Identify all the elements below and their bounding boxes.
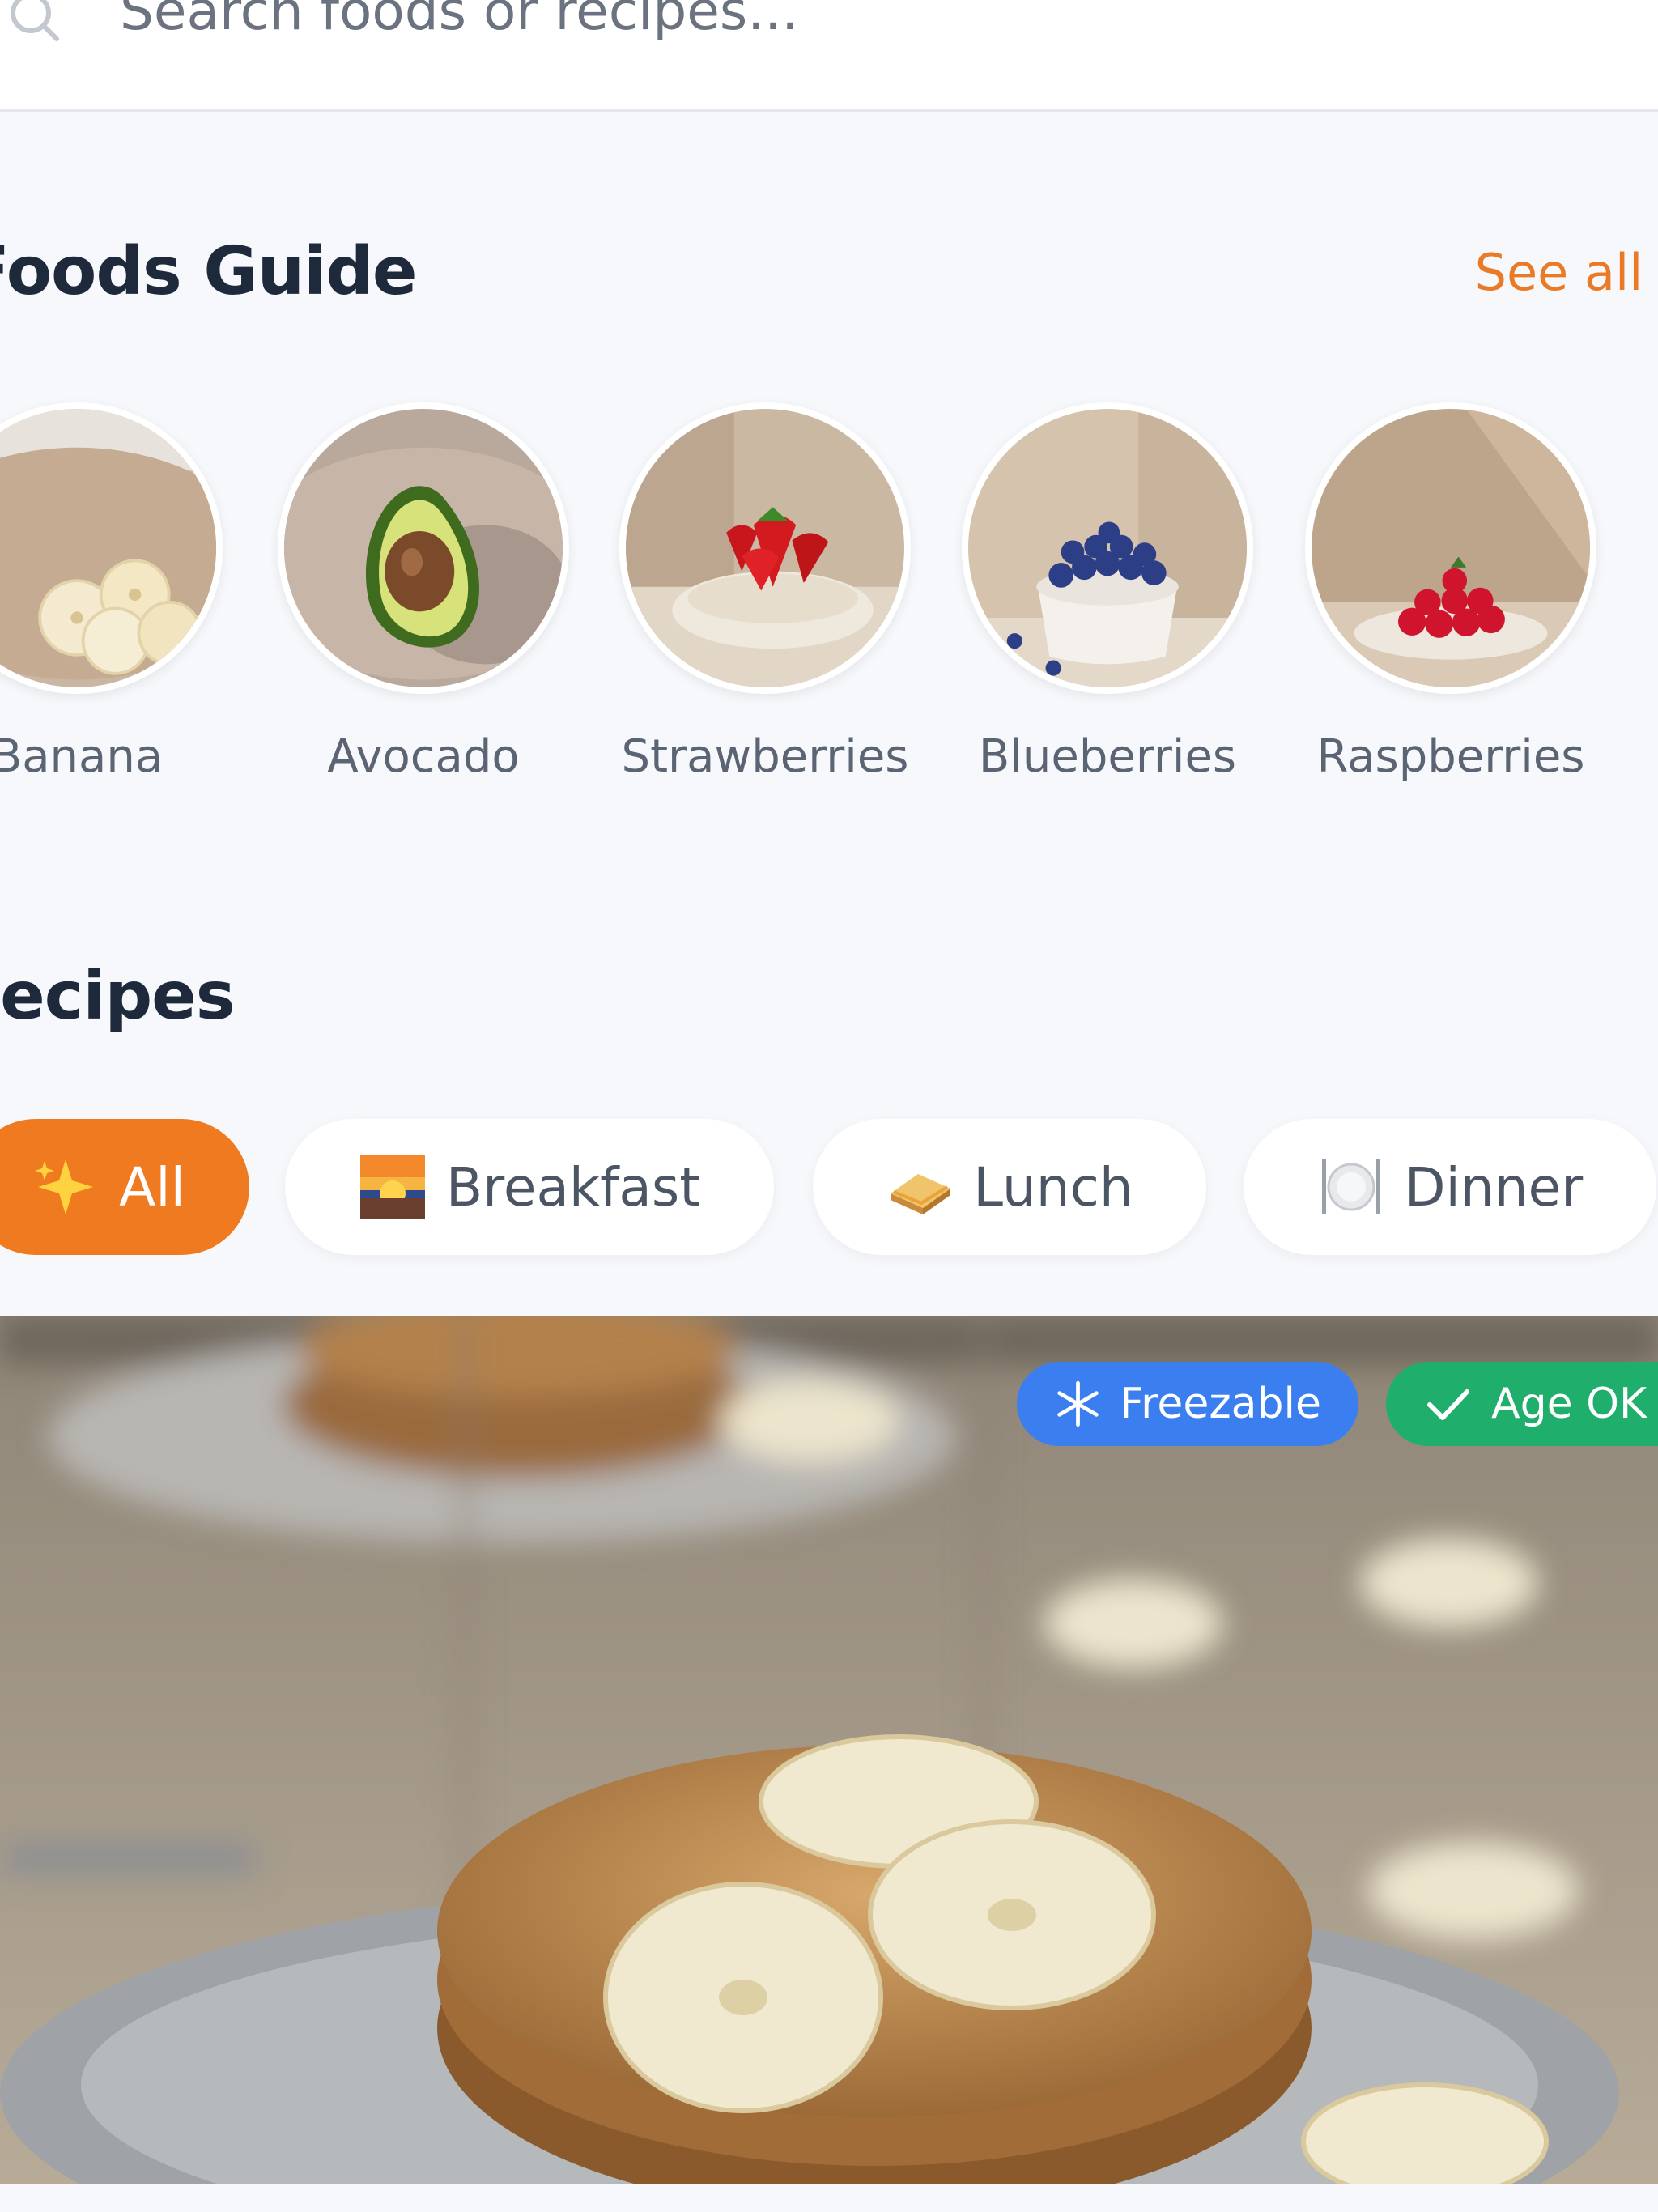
food-item-avocado[interactable]: Avocado xyxy=(278,402,569,791)
foods-guide-title: Foods Guide xyxy=(0,233,418,310)
filter-chip-label: Dinner xyxy=(1404,1155,1584,1219)
food-item-blueberries[interactable]: Blueberries xyxy=(962,402,1253,791)
banana-icon xyxy=(0,402,223,694)
filter-chip-breakfast[interactable]: Breakfast xyxy=(285,1119,774,1255)
card-footer-strip xyxy=(0,2184,1658,2212)
checkmark-icon xyxy=(1423,1379,1473,1429)
plate-icon xyxy=(1317,1153,1385,1221)
food-item-raspberries[interactable]: Raspberries xyxy=(1305,402,1596,791)
food-label: Raspberries xyxy=(1316,730,1585,783)
food-label: Blueberries xyxy=(978,730,1237,783)
sunrise-icon xyxy=(359,1153,427,1221)
search-bar xyxy=(0,0,1658,112)
blueberry-icon xyxy=(962,402,1253,694)
freezable-badge: Freezable xyxy=(1017,1362,1358,1446)
search-icon xyxy=(6,0,63,45)
filter-chip-label: All xyxy=(119,1155,185,1219)
filter-chip-all[interactable]: All xyxy=(0,1119,249,1255)
recipe-card-image[interactable] xyxy=(0,1316,1658,2184)
recipes-title: Recipes xyxy=(0,958,236,1035)
app-screen: Foods Guide See all 50 Banana xyxy=(0,0,1658,2212)
sandwich-icon xyxy=(886,1153,954,1221)
filter-chip-label: Lunch xyxy=(973,1155,1133,1219)
avocado-icon xyxy=(278,402,569,694)
banana-pancakes-photo xyxy=(0,1316,1658,2184)
snowflake-icon xyxy=(1054,1379,1102,1429)
badge-label: Freezable xyxy=(1120,1380,1321,1428)
strawberry-icon xyxy=(619,402,911,694)
filter-chip-dinner[interactable]: Dinner xyxy=(1244,1119,1656,1255)
food-label: Avocado xyxy=(327,730,520,783)
food-item-banana[interactable]: Banana xyxy=(0,402,223,791)
food-label: Strawberries xyxy=(621,730,909,783)
food-item-strawberries[interactable]: Strawberries xyxy=(619,402,911,791)
badge-label: Age OK xyxy=(1491,1380,1647,1428)
age-ok-badge: Age OK xyxy=(1386,1362,1658,1446)
sparkles-icon xyxy=(32,1153,100,1221)
filter-chip-label: Breakfast xyxy=(445,1155,701,1219)
see-all-link[interactable]: See all 50 xyxy=(1475,243,1658,302)
search-input[interactable] xyxy=(120,0,1577,55)
filter-chip-lunch[interactable]: Lunch xyxy=(813,1119,1206,1255)
food-label: Banana xyxy=(0,730,164,783)
raspberry-icon xyxy=(1305,402,1596,694)
